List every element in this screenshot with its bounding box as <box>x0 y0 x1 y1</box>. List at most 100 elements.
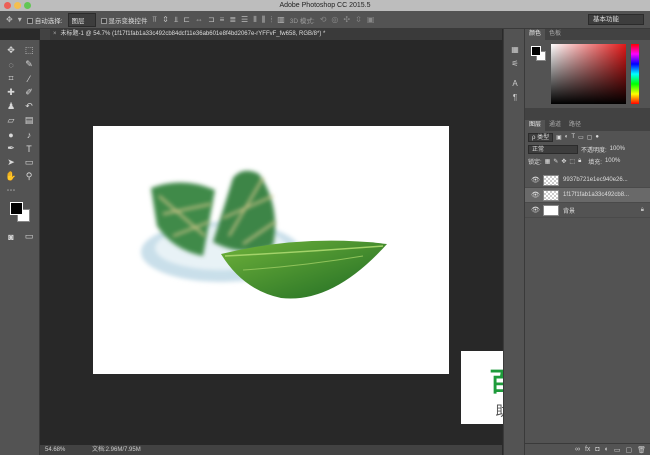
foreground-background-swatches[interactable] <box>8 200 32 222</box>
tab-swatches[interactable]: 色板 <box>545 29 565 40</box>
delete-layer-icon[interactable]: 🗑︎ <box>637 446 646 454</box>
paragraph-panel-icon[interactable]: ¶ <box>504 91 526 105</box>
align-right-icon[interactable]: ⊐ <box>208 15 215 24</box>
opacity-value[interactable]: 100% <box>610 146 625 152</box>
color-picker-field[interactable] <box>551 44 626 104</box>
distribute-center-icon[interactable]: ⫼ <box>262 15 266 25</box>
lock-transparent-icon[interactable]: ▦ <box>545 158 551 165</box>
document-size[interactable]: 文档:2.96M/7.95M <box>92 445 141 455</box>
lock-artboard-icon[interactable]: ⬚ <box>569 158 575 165</box>
history-panel-icon[interactable]: ▦ <box>504 43 526 57</box>
add-mask-icon[interactable]: ◘ <box>595 446 599 453</box>
foreground-color-swatch[interactable] <box>10 202 23 215</box>
tab-paths[interactable]: 路径 <box>565 120 585 131</box>
align-bottom-icon[interactable]: ⫫ <box>174 15 179 25</box>
eyedropper-tool-icon[interactable]: ⁄ <box>20 72 38 85</box>
lock-all-icon[interactable]: 🔒︎ <box>578 158 581 165</box>
distribute-top-icon[interactable]: ≡ <box>220 15 225 24</box>
slide-3d-icon[interactable]: ⇳ <box>355 15 362 24</box>
auto-align-icon[interactable]: ▥ <box>277 15 285 24</box>
blur-tool-icon[interactable]: ● <box>2 128 20 141</box>
clone-stamp-tool-icon[interactable]: ♟ <box>2 100 20 113</box>
pen-tool-icon[interactable]: ✒ <box>2 142 20 155</box>
layer-name[interactable]: 9937b721e1ec940e26... <box>563 177 628 183</box>
hand-tool-icon[interactable]: ✋ <box>2 170 20 183</box>
brush-tool-icon[interactable]: ✐ <box>20 86 38 99</box>
layer-filter-dropdown[interactable]: ρ 类型 <box>528 132 554 142</box>
rotate-3d-icon[interactable]: ⟲ <box>320 15 327 24</box>
document-tab[interactable]: × 未标题-1 @ 54.7% (1f17f1fab1a33c492cb84dcf… <box>50 29 502 40</box>
pan-3d-icon[interactable]: ✣ <box>343 15 350 24</box>
zoom-level[interactable]: 54.68% <box>45 445 65 455</box>
document-canvas[interactable] <box>93 126 449 374</box>
distribute-left-icon[interactable]: ⦀ <box>253 15 257 25</box>
filter-smart-icon[interactable]: ▢ <box>587 134 593 141</box>
eraser-tool-icon[interactable]: ▱ <box>2 114 20 127</box>
new-group-icon[interactable]: ▭ <box>614 446 621 454</box>
align-top-icon[interactable]: ⫪ <box>153 15 158 25</box>
hue-slider[interactable] <box>631 44 639 104</box>
more-tools-icon[interactable]: ⋯ <box>2 184 20 197</box>
align-middle-icon[interactable]: ⇕ <box>162 15 169 24</box>
layer-row-background[interactable]: 👁︎ 背景 🔒︎ <box>525 203 650 218</box>
minimize-window-button[interactable] <box>14 2 21 9</box>
history-brush-tool-icon[interactable]: ↶ <box>20 100 38 113</box>
close-window-button[interactable] <box>4 2 11 9</box>
color-panel-foreground-swatch[interactable] <box>531 46 541 56</box>
type-tool-icon[interactable]: T <box>20 142 38 155</box>
shape-tool-icon[interactable]: ▭ <box>20 156 38 169</box>
layer-name[interactable]: 1f17f1fab1a33c492cb8... <box>563 192 629 198</box>
lock-image-icon[interactable]: ✎ <box>553 158 558 165</box>
align-center-icon[interactable]: ⇔ <box>195 15 203 24</box>
move-icon[interactable]: ✥ <box>6 15 13 24</box>
dodge-tool-icon[interactable]: ♪ <box>20 128 38 141</box>
marquee-tool-icon[interactable]: ⬚ <box>20 44 38 57</box>
close-tab-icon[interactable]: × <box>53 31 57 37</box>
distribute-bottom-icon[interactable]: ☰ <box>241 15 248 24</box>
character-panel-icon[interactable]: A <box>504 77 526 91</box>
distribute-middle-icon[interactable]: ≣ <box>229 15 236 24</box>
blend-mode-dropdown[interactable]: 正常 <box>528 144 578 154</box>
filter-shape-icon[interactable]: ▭ <box>578 134 584 141</box>
roll-3d-icon[interactable]: ◎ <box>331 15 338 24</box>
auto-select-dropdown[interactable]: 图层 <box>67 12 96 27</box>
lock-position-icon[interactable]: ✥ <box>561 158 566 165</box>
filter-pixel-icon[interactable]: ▣ <box>556 134 562 141</box>
align-left-icon[interactable]: ⊏ <box>183 15 190 24</box>
tab-color[interactable]: 颜色 <box>525 29 546 40</box>
auto-select-checkbox[interactable]: 自动选择: <box>26 15 63 25</box>
workspace-dropdown[interactable]: 基本功能 <box>588 14 644 25</box>
properties-panel-icon[interactable]: ⚟ <box>504 57 526 71</box>
move-tool-icon[interactable]: ✥ <box>2 44 20 57</box>
layer-style-icon[interactable]: fx <box>585 446 590 453</box>
dropdown-chevron-icon[interactable]: ▾ <box>18 15 22 24</box>
crop-tool-icon[interactable]: ⌗ <box>2 72 20 85</box>
show-transform-checkbox[interactable]: 显示变换控件 <box>100 15 148 25</box>
screen-mode-icon[interactable]: ▭ <box>20 230 38 243</box>
canvas-area[interactable] <box>40 40 502 445</box>
adjustment-layer-icon[interactable]: ◐ <box>605 446 609 453</box>
distribute-right-icon[interactable]: ⦙ <box>270 15 272 25</box>
quick-select-tool-icon[interactable]: ✎ <box>20 58 38 71</box>
filter-adjust-icon[interactable]: ◐ <box>565 134 569 140</box>
filter-toggle-icon[interactable]: ● <box>595 134 599 140</box>
lasso-tool-icon[interactable]: ◌ <box>2 58 20 71</box>
zoom-tool-icon[interactable]: ⚲ <box>20 170 38 183</box>
link-layers-icon[interactable]: ∞ <box>575 446 580 453</box>
tab-channels[interactable]: 通道 <box>545 120 565 131</box>
filter-type-icon[interactable]: T <box>571 134 575 140</box>
layer-name[interactable]: 背景 <box>563 206 575 215</box>
eye-icon[interactable]: 👁︎ <box>531 191 540 199</box>
maximize-window-button[interactable] <box>24 2 31 9</box>
layer-row-selected[interactable]: 👁︎ 1f17f1fab1a33c492cb8... <box>525 188 650 203</box>
eye-icon[interactable]: 👁︎ <box>531 206 540 214</box>
new-layer-icon[interactable]: ▢ <box>625 446 632 454</box>
tab-layers[interactable]: 图层 <box>525 120 546 131</box>
eye-icon[interactable]: 👁︎ <box>531 176 540 184</box>
scale-3d-icon[interactable]: ▣ <box>367 15 375 24</box>
quick-mask-icon[interactable]: ◙ <box>2 230 20 243</box>
healing-brush-tool-icon[interactable]: ✚ <box>2 86 20 99</box>
gradient-tool-icon[interactable]: ▤ <box>20 114 38 127</box>
layer-row[interactable]: 👁︎ 9937b721e1ec940e26... <box>525 173 650 188</box>
fill-value[interactable]: 100% <box>605 158 620 164</box>
